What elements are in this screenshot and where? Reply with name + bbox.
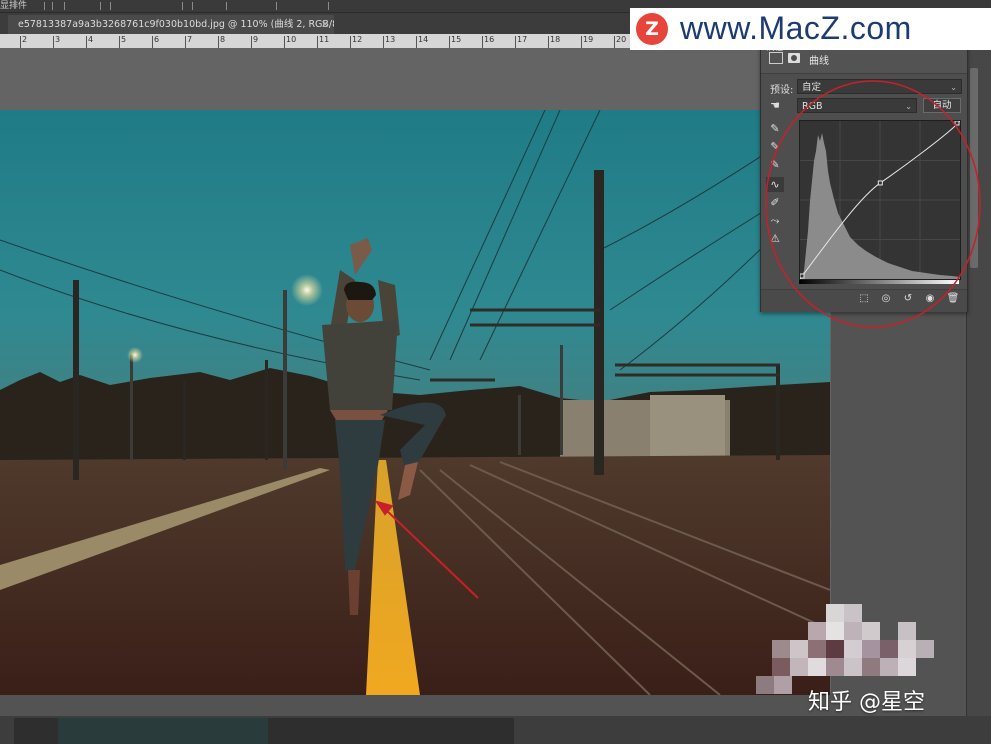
annotation-circle — [765, 80, 981, 328]
document-tab-title: e57813387a9a3b3268761c9f030b10bd.jpg @ 1… — [18, 19, 334, 30]
distribute-icon[interactable] — [182, 2, 183, 10]
ruler-tick — [218, 36, 219, 48]
ruler-number: 20 — [616, 35, 627, 44]
mosaic-blocks — [756, 604, 934, 694]
ruler-number: 12 — [352, 35, 363, 44]
ruler-tick — [515, 36, 516, 48]
ruler-tick — [350, 36, 351, 48]
distribute-icon[interactable] — [110, 2, 111, 10]
ruler-number: 7 — [187, 35, 193, 44]
align-right-icon[interactable] — [64, 2, 65, 10]
ruler-tick — [614, 36, 615, 48]
align-center-icon[interactable] — [52, 2, 53, 10]
macz-logo: Z — [636, 13, 668, 45]
distribute-icon[interactable] — [276, 2, 277, 10]
ruler-tick — [581, 36, 582, 48]
ruler-tick — [251, 36, 252, 48]
zhihu-credit: 知乎 @星空 — [808, 690, 925, 715]
ruler-number: 2 — [22, 35, 28, 44]
ruler-tick — [449, 36, 450, 48]
ruler-number: 3 — [55, 35, 61, 44]
3d-mode-icon[interactable] — [328, 2, 329, 10]
annotation-ellipse — [765, 80, 981, 328]
ruler-tick — [86, 36, 87, 48]
ruler-number: 4 — [88, 35, 94, 44]
distribute-icon[interactable] — [226, 2, 227, 10]
ruler-tick — [548, 36, 549, 48]
ruler-tick — [152, 36, 153, 48]
ruler-number: 16 — [484, 35, 495, 44]
ruler-number: 14 — [418, 35, 429, 44]
ruler-number: 11 — [319, 35, 330, 44]
pixelated-area — [756, 604, 934, 694]
ruler-tick — [53, 36, 54, 48]
street-lamp-glow — [291, 274, 323, 306]
ruler-number: 17 — [517, 35, 528, 44]
document-tab[interactable]: e57813387a9a3b3268761c9f030b10bd.jpg @ 1… — [8, 15, 334, 34]
ruler-number: 9 — [253, 35, 259, 44]
ruler-number: 15 — [451, 35, 462, 44]
layer-mask-icon[interactable] — [788, 53, 800, 63]
ruler-tick — [416, 36, 417, 48]
street-lamp-glow — [127, 347, 143, 363]
bottom-panel — [0, 716, 991, 744]
ruler-tick — [284, 36, 285, 48]
ruler-number: 8 — [220, 35, 226, 44]
ruler-tick — [20, 36, 21, 48]
close-tab-icon[interactable]: × — [318, 15, 332, 34]
ruler-tick — [482, 36, 483, 48]
ruler-number: 10 — [286, 35, 297, 44]
ruler-number: 5 — [121, 35, 127, 44]
ruler-number: 18 — [550, 35, 561, 44]
ruler-tick — [185, 36, 186, 48]
thumbnail-preview[interactable] — [58, 718, 268, 744]
curves-adjustment-icon[interactable] — [769, 52, 783, 64]
ruler-number: 19 — [583, 35, 594, 44]
ruler-tick — [119, 36, 120, 48]
distribute-icon[interactable] — [100, 2, 101, 10]
distribute-icon[interactable] — [192, 2, 193, 10]
platform-ground — [0, 455, 830, 695]
photo-scene — [0, 110, 830, 695]
document-image[interactable] — [0, 110, 830, 695]
watermark-text: www.MacZ.com — [680, 10, 912, 46]
ruler-number: 13 — [385, 35, 396, 44]
ruler-number: 6 — [154, 35, 160, 44]
macz-watermark: Z www.MacZ.com — [630, 8, 991, 50]
ruler-tick — [383, 36, 384, 48]
options-bar-label: 显排件 — [0, 1, 28, 11]
panel-title: 曲线 — [809, 56, 829, 67]
align-left-icon[interactable] — [44, 2, 45, 10]
station-building — [650, 395, 725, 460]
ruler-tick — [317, 36, 318, 48]
